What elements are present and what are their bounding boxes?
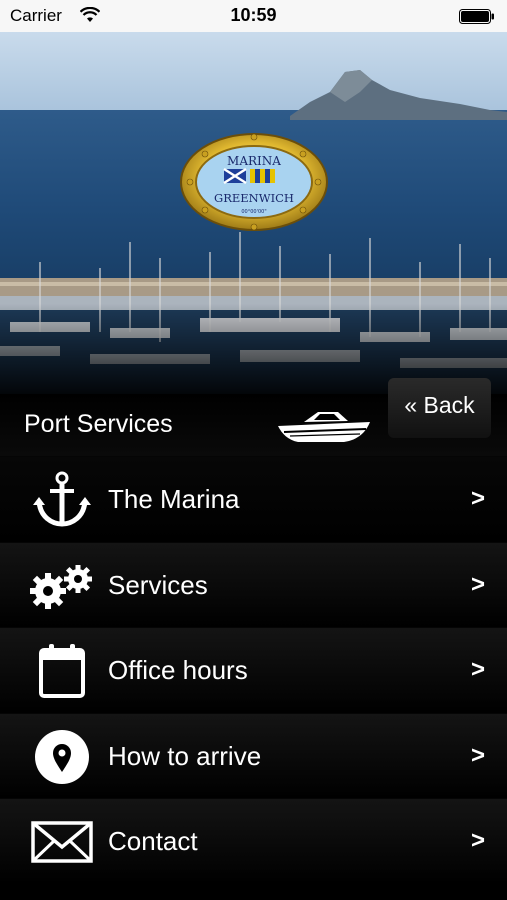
services-menu: The Marina > Services > Office hours > H… bbox=[0, 456, 507, 884]
menu-item-label: How to arrive bbox=[108, 740, 262, 771]
page-title: Port Services bbox=[24, 410, 173, 438]
menu-item-the-marina[interactable]: The Marina > bbox=[0, 456, 507, 542]
chevron-right-icon: > bbox=[470, 741, 485, 769]
status-bar: Carrier 10:59 bbox=[0, 0, 507, 32]
svg-text:MARINA: MARINA bbox=[227, 154, 281, 168]
chevron-right-icon: > bbox=[470, 656, 485, 683]
menu-item-how-to-arrive[interactable]: How to arrive > bbox=[0, 712, 507, 798]
menu-item-label: Services bbox=[108, 569, 208, 600]
calendar-icon bbox=[39, 644, 85, 698]
back-button[interactable]: « Back bbox=[388, 378, 491, 438]
menu-item-label: Contact bbox=[108, 826, 198, 856]
chevron-right-icon: > bbox=[470, 570, 485, 598]
menu-item-contact[interactable]: Contact > bbox=[0, 798, 507, 884]
boat-icon bbox=[278, 412, 370, 442]
gears-icon bbox=[30, 564, 92, 609]
location-pin-icon bbox=[35, 729, 89, 784]
status-time: 10:59 bbox=[230, 5, 277, 25]
chevron-right-icon: > bbox=[470, 827, 485, 854]
marina-logo: MARINA GREENWICH 00°00'00" bbox=[180, 133, 328, 231]
hero-marina-image: MARINA GREENWICH 00°00'00" bbox=[0, 32, 507, 394]
svg-text:00°00'00": 00°00'00" bbox=[241, 209, 266, 215]
menu-item-office-hours[interactable]: Office hours > bbox=[0, 627, 507, 713]
battery-icon bbox=[459, 9, 494, 24]
menu-item-services[interactable]: Services > bbox=[0, 541, 507, 627]
app-screen: Carrier 10:59 MARINA GREENWICH 00°00'00"… bbox=[0, 0, 507, 900]
anchor-icon bbox=[33, 471, 91, 527]
svg-text:GREENWICH: GREENWICH bbox=[214, 191, 294, 205]
menu-item-label: Office hours bbox=[108, 655, 248, 685]
envelope-icon bbox=[31, 821, 93, 863]
menu-item-label: The Marina bbox=[108, 484, 240, 514]
chevron-right-icon: > bbox=[470, 485, 485, 512]
